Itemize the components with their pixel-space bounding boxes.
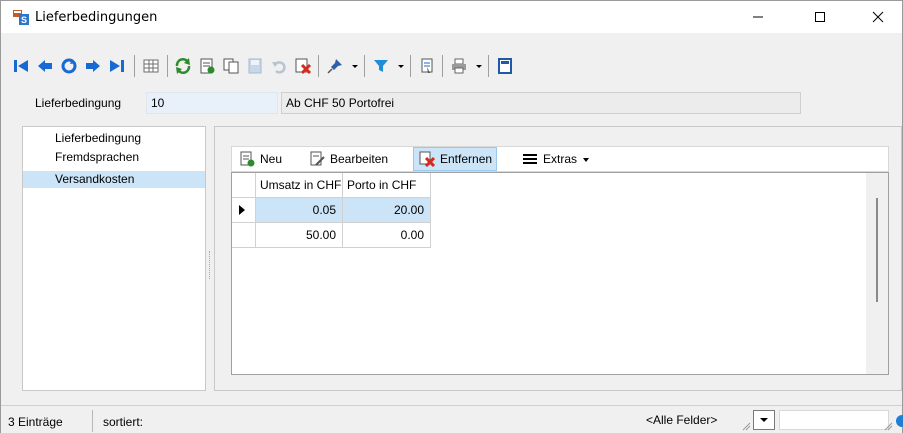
new-record-icon[interactable] bbox=[196, 55, 218, 77]
extras-dropdown-icon bbox=[583, 152, 590, 166]
print-icon[interactable] bbox=[448, 55, 470, 77]
layout-icon[interactable] bbox=[494, 55, 516, 77]
chevron-down-icon bbox=[760, 418, 768, 422]
new-button[interactable]: Neu bbox=[238, 147, 282, 171]
pin-icon[interactable] bbox=[324, 55, 346, 77]
maximize-button[interactable] bbox=[797, 1, 843, 33]
filter-icon[interactable] bbox=[370, 55, 392, 77]
copy-record-icon[interactable] bbox=[220, 55, 242, 77]
table-cell-porto[interactable]: 0.00 bbox=[343, 223, 431, 248]
lieferbedingung-number-field[interactable]: 10 bbox=[146, 92, 278, 114]
nav-item-lieferbedingung[interactable]: Lieferbedingung bbox=[23, 130, 205, 147]
minimize-button[interactable] bbox=[735, 1, 781, 33]
menu-icon bbox=[521, 150, 539, 168]
record-count: 3 Einträge bbox=[8, 415, 63, 429]
status-bar: 3 Einträge sortiert: <Alle Felder> bbox=[1, 405, 903, 433]
table-cell-umsatz[interactable]: 0.05 bbox=[256, 198, 343, 223]
new-record-icon bbox=[238, 150, 256, 168]
close-button[interactable] bbox=[855, 1, 901, 33]
current-row-arrow-icon bbox=[239, 205, 245, 215]
toolbar-separator bbox=[134, 55, 135, 77]
toolbar-separator bbox=[442, 55, 443, 77]
description-field[interactable]: Ab CHF 50 Portofrei bbox=[281, 92, 801, 114]
undo-icon[interactable] bbox=[268, 55, 290, 77]
save-icon[interactable] bbox=[244, 55, 266, 77]
table-cell-umsatz[interactable]: 50.00 bbox=[256, 223, 343, 248]
delete-record-icon bbox=[418, 150, 436, 168]
search-field-select[interactable]: <Alle Felder> bbox=[644, 410, 740, 430]
column-header-porto[interactable]: Porto in CHF bbox=[343, 173, 431, 198]
title-bar: S Lieferbedingungen bbox=[1, 1, 902, 33]
resize-grip-icon bbox=[741, 420, 751, 431]
section-nav: Lieferbedingung Fremdsprachen Versandkos… bbox=[22, 126, 206, 391]
edit-record-icon bbox=[308, 150, 326, 168]
toolbar-separator bbox=[364, 55, 365, 77]
status-separator bbox=[92, 410, 93, 432]
first-record-icon[interactable] bbox=[10, 55, 32, 77]
toolbar-separator bbox=[167, 55, 168, 77]
delete-button[interactable]: Entfernen bbox=[413, 147, 498, 171]
shipping-cost-grid: Umsatz in CHF Porto in CHF 0.05 20.00 50… bbox=[231, 172, 889, 375]
lieferbedingung-label: Lieferbedingung bbox=[35, 96, 122, 110]
main-toolbar bbox=[1, 53, 902, 83]
print-preview-icon[interactable] bbox=[416, 55, 438, 77]
toolbar-separator bbox=[488, 55, 489, 77]
new-label: Neu bbox=[260, 152, 283, 166]
filter-dropdown-icon[interactable] bbox=[396, 59, 406, 73]
next-record-icon[interactable] bbox=[82, 55, 104, 77]
resize-grip-icon bbox=[883, 420, 893, 431]
field-dropdown-button[interactable] bbox=[753, 410, 775, 430]
header-corner bbox=[232, 173, 256, 198]
delete-record-icon[interactable] bbox=[292, 55, 314, 77]
svg-text:S: S bbox=[21, 15, 27, 25]
extras-button[interactable]: Extras bbox=[521, 147, 590, 171]
row-indicator[interactable] bbox=[232, 223, 256, 248]
refresh-record-icon[interactable] bbox=[58, 55, 80, 77]
table-view-icon[interactable] bbox=[140, 55, 162, 77]
previous-record-icon[interactable] bbox=[34, 55, 56, 77]
search-input[interactable] bbox=[779, 410, 889, 430]
pin-dropdown-icon[interactable] bbox=[350, 59, 360, 73]
reload-icon[interactable] bbox=[172, 55, 194, 77]
scrollbar-thumb[interactable] bbox=[876, 198, 878, 302]
vertical-scrollbar[interactable] bbox=[866, 173, 888, 374]
print-dropdown-icon[interactable] bbox=[474, 59, 484, 73]
sort-status: sortiert: bbox=[103, 415, 144, 429]
toolbar-separator bbox=[318, 55, 319, 77]
column-header-umsatz[interactable]: Umsatz in CHF bbox=[256, 173, 343, 198]
app-form-icon: S bbox=[13, 9, 29, 25]
nav-item-versandkosten[interactable]: Versandkosten bbox=[23, 171, 205, 188]
row-indicator[interactable] bbox=[232, 198, 256, 223]
splitter-handle[interactable] bbox=[209, 251, 211, 279]
grid-toolbar: Neu Bearbeiten Entfernen Extras bbox=[231, 146, 889, 172]
edit-label: Bearbeiten bbox=[330, 152, 389, 166]
window-title: Lieferbedingungen bbox=[35, 10, 158, 25]
toolbar-separator bbox=[410, 55, 411, 77]
edit-button[interactable]: Bearbeiten bbox=[308, 147, 388, 171]
globe-icon[interactable] bbox=[894, 414, 903, 428]
last-record-icon[interactable] bbox=[106, 55, 128, 77]
delete-label: Entfernen bbox=[440, 152, 493, 166]
main-window: S Lieferbedingungen Lieferbedingung 10 A… bbox=[0, 0, 903, 433]
extras-label: Extras bbox=[543, 152, 578, 166]
table-cell-porto[interactable]: 20.00 bbox=[343, 198, 431, 223]
nav-item-fremdsprachen[interactable]: Fremdsprachen bbox=[23, 149, 205, 166]
